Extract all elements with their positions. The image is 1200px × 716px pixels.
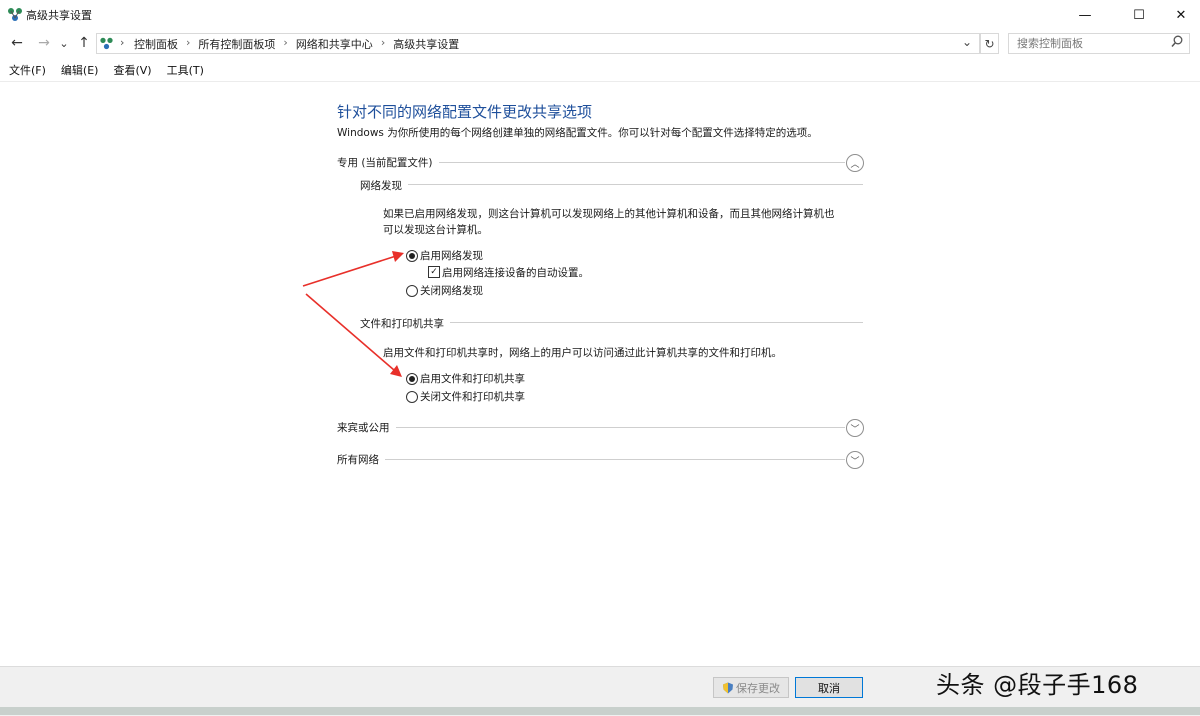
profile-all-label[interactable]: 所有网络 (337, 452, 385, 467)
sharing-off-label[interactable]: 关闭文件和打印机共享 (420, 389, 525, 404)
menu-edit[interactable]: 编辑(E) (61, 62, 99, 78)
annotation-arrow-discovery (302, 255, 397, 287)
sharing-off-radio[interactable] (406, 391, 418, 403)
annotation-arrow-sharing (305, 293, 395, 371)
divider (337, 459, 845, 460)
discovery-on-label[interactable]: 启用网络发现 (420, 248, 483, 263)
page-title: 针对不同的网络配置文件更改共享选项 (337, 103, 593, 121)
network-icon (8, 8, 22, 21)
breadcrumb-control-panel[interactable]: 控制面板 (134, 36, 178, 52)
save-changes-button[interactable]: 保存更改 (713, 677, 789, 698)
sharing-on-label[interactable]: 启用文件和打印机共享 (420, 371, 525, 386)
expand-all-icon[interactable]: ﹀ (846, 451, 864, 469)
forward-button[interactable]: → (35, 34, 53, 52)
network-icon (100, 37, 113, 50)
up-button[interactable]: ↑ (75, 34, 93, 52)
search-box[interactable] (1008, 33, 1190, 54)
annotation-arrowhead (392, 251, 404, 262)
uac-shield-icon (723, 682, 733, 693)
divider (360, 184, 863, 185)
menu-bar: 文件(F) 编辑(E) 查看(V) 工具(T) (0, 59, 1200, 82)
refresh-button[interactable]: ↻ (980, 33, 999, 54)
discovery-section-title: 网络发现 (360, 178, 408, 193)
discovery-description-line2: 可以发现这台计算机。 (383, 224, 488, 236)
watermark-text: 头条 @段子手168 (936, 671, 1139, 699)
recent-locations-button[interactable]: ⌄ (57, 34, 71, 52)
sharing-description: 启用文件和打印机共享时，网络上的用户可以访问通过此计算机共享的文件和打印机。 (383, 347, 782, 359)
annotation-arrows (302, 251, 404, 377)
menu-tools[interactable]: 工具(T) (167, 62, 204, 78)
breadcrumb-separator: › (120, 36, 125, 49)
search-icon[interactable] (1171, 35, 1183, 49)
address-dropdown-icon[interactable]: ⌄ (962, 35, 972, 49)
profile-guest-label[interactable]: 来宾或公用 (337, 420, 396, 435)
auto-setup-label[interactable]: 启用网络连接设备的自动设置。 (442, 265, 589, 280)
title-bar (0, 0, 1200, 30)
discovery-off-label[interactable]: 关闭网络发现 (420, 283, 483, 298)
collapse-private-icon[interactable]: ︿ (846, 154, 864, 172)
close-button[interactable]: ✕ (1162, 0, 1200, 30)
breadcrumb-separator: › (283, 36, 288, 49)
menu-file[interactable]: 文件(F) (9, 62, 46, 78)
breadcrumb: 控制面板 › 所有控制面板项 › 网络和共享中心 › 高级共享设置 (134, 36, 459, 52)
profile-private-label[interactable]: 专用 (当前配置文件) (337, 155, 439, 170)
minimize-button[interactable]: — (1062, 0, 1108, 30)
menu-view[interactable]: 查看(V) (113, 62, 151, 78)
expand-guest-icon[interactable]: ﹀ (846, 419, 864, 437)
window-title: 高级共享设置 (26, 9, 92, 22)
auto-setup-checkbox[interactable]: ✓ (428, 266, 440, 278)
save-changes-label: 保存更改 (736, 681, 780, 695)
page-description: Windows 为你所使用的每个网络创建单独的网络配置文件。你可以针对每个配置文… (337, 127, 818, 139)
breadcrumb-separator: › (380, 36, 386, 49)
divider (337, 427, 845, 428)
search-input[interactable] (1009, 34, 1167, 52)
breadcrumb-network-center[interactable]: 网络和共享中心 (296, 36, 373, 52)
breadcrumb-advanced-sharing[interactable]: 高级共享设置 (393, 36, 459, 52)
discovery-description-line1: 如果已启用网络发现，则这台计算机可以发现网络上的其他计算机和设备，而且其他网络计… (383, 208, 835, 220)
maximize-button[interactable]: ☐ (1116, 0, 1162, 30)
bottom-strip (0, 707, 1200, 715)
breadcrumb-separator: › (186, 36, 191, 49)
breadcrumb-all-items[interactable]: 所有控制面板项 (198, 36, 275, 52)
cancel-button[interactable]: 取消 (795, 677, 863, 698)
annotation-arrowhead (390, 365, 402, 377)
discovery-description: 如果已启用网络发现，则这台计算机可以发现网络上的其他计算机和设备，而且其他网络计… (383, 206, 835, 238)
back-button[interactable]: ← (8, 34, 26, 52)
